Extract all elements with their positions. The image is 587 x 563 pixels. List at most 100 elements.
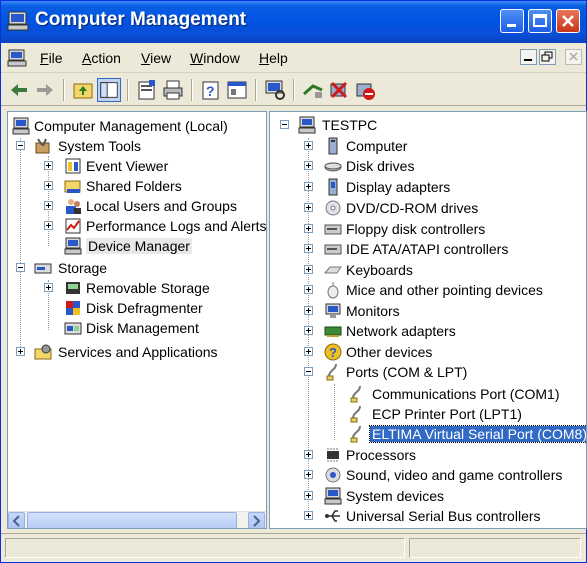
device-manager-icon <box>64 237 82 255</box>
computer-icon <box>328 137 338 155</box>
expand-toggle[interactable] <box>44 181 53 190</box>
sound-icon <box>325 467 341 483</box>
tools-icon <box>35 138 50 154</box>
minimize-icon <box>524 59 532 61</box>
defrag-icon <box>66 301 80 315</box>
svg-text:?: ? <box>206 83 215 99</box>
display-adapter-icon <box>328 178 338 196</box>
uninstall-icon[interactable] <box>327 78 351 102</box>
expand-toggle[interactable] <box>304 347 313 356</box>
unknown-device-icon: ? <box>324 343 342 361</box>
properties-icon[interactable] <box>135 78 159 102</box>
tree-line <box>334 384 335 440</box>
chevron-left-icon <box>12 515 20 527</box>
expand-toggle[interactable] <box>304 141 313 150</box>
scroll-thumb[interactable] <box>27 512 237 528</box>
expand-toggle[interactable] <box>304 470 313 479</box>
users-icon <box>66 199 81 214</box>
maximize-icon <box>533 14 547 27</box>
menu-window[interactable]: Window <box>190 50 240 66</box>
cdrom-icon <box>325 200 341 216</box>
menu-help[interactable]: Help <box>259 50 288 66</box>
device-tree-pane[interactable]: TESTPC Computer Disk drives Display adap… <box>269 111 587 529</box>
expand-toggle[interactable] <box>304 224 313 233</box>
computer-icon <box>298 116 316 134</box>
monitor-icon <box>325 303 341 318</box>
expand-toggle[interactable] <box>44 201 53 210</box>
show-hide-tree-icon[interactable] <box>97 78 121 102</box>
disk-management-icon <box>64 322 82 335</box>
event-viewer-icon <box>65 158 81 174</box>
menu-action[interactable]: Action <box>82 50 121 66</box>
close-button[interactable] <box>556 9 580 33</box>
console-tree-pane[interactable]: Computer Management (Local) System Tools… <box>7 111 267 529</box>
forward-icon[interactable] <box>33 78 57 102</box>
scroll-right-button[interactable] <box>248 512 265 528</box>
expand-toggle[interactable] <box>16 347 25 356</box>
services-icon <box>34 344 52 360</box>
port-icon <box>326 363 337 381</box>
toolbar-separator <box>293 79 295 101</box>
child-minimize-button[interactable] <box>520 49 537 65</box>
disk-drive-icon <box>324 162 342 172</box>
expand-toggle[interactable] <box>304 244 313 253</box>
minimize-icon <box>507 24 516 27</box>
disable-device-icon[interactable] <box>353 78 377 102</box>
expand-toggle[interactable] <box>304 182 313 191</box>
system-device-icon <box>324 487 342 505</box>
expand-toggle[interactable] <box>304 450 313 459</box>
port-icon <box>350 405 361 423</box>
print-icon[interactable] <box>161 78 185 102</box>
scroll-left-button[interactable] <box>8 512 25 528</box>
expand-toggle[interactable] <box>304 161 313 170</box>
help-icon[interactable]: ? <box>199 78 223 102</box>
horizontal-scrollbar[interactable] <box>8 511 266 528</box>
title-bar[interactable]: Computer Management <box>1 1 586 43</box>
expand-toggle[interactable] <box>304 285 313 294</box>
chevron-right-icon <box>253 515 261 527</box>
removable-storage-icon <box>66 282 80 294</box>
child-close-button[interactable] <box>565 49 582 65</box>
expand-toggle[interactable] <box>304 306 313 315</box>
collapse-toggle[interactable] <box>304 367 313 376</box>
collapse-toggle[interactable] <box>280 120 289 129</box>
minimize-button[interactable] <box>500 9 524 33</box>
status-panel <box>5 538 405 558</box>
menu-view[interactable]: View <box>141 50 171 66</box>
expand-toggle[interactable] <box>304 511 313 520</box>
collapse-toggle[interactable] <box>16 141 25 150</box>
computer-management-icon <box>7 11 29 31</box>
back-icon[interactable] <box>7 78 31 102</box>
maximize-button[interactable] <box>528 9 552 33</box>
expand-toggle[interactable] <box>304 265 313 274</box>
expand-toggle[interactable] <box>44 283 53 292</box>
status-panel <box>409 538 581 558</box>
toolbar-separator <box>127 79 129 101</box>
shared-folder-icon <box>64 180 81 193</box>
restore-icon <box>541 51 553 62</box>
collapse-toggle[interactable] <box>16 263 25 272</box>
expand-toggle[interactable] <box>304 491 313 500</box>
svg-text:?: ? <box>329 345 337 360</box>
child-restore-button[interactable] <box>539 49 556 65</box>
system-menu-icon[interactable] <box>7 49 27 67</box>
menu-file[interactable]: File <box>40 50 63 66</box>
toolbar-separator <box>191 79 193 101</box>
expand-toggle[interactable] <box>304 203 313 212</box>
expand-toggle[interactable] <box>44 221 53 230</box>
tree-line <box>20 138 21 353</box>
performance-icon <box>65 218 81 234</box>
console-tree-icon[interactable] <box>225 78 249 102</box>
expand-toggle[interactable] <box>304 326 313 335</box>
up-one-level-icon[interactable] <box>71 78 95 102</box>
close-icon <box>569 52 578 61</box>
processor-icon <box>327 448 339 462</box>
update-driver-icon[interactable] <box>301 78 325 102</box>
expand-toggle[interactable] <box>44 161 53 170</box>
toolbar-separator <box>255 79 257 101</box>
window-title: Computer Management <box>35 9 247 30</box>
close-icon <box>562 15 574 27</box>
port-icon <box>350 385 361 403</box>
usb-icon <box>325 510 340 522</box>
scan-hardware-icon[interactable] <box>263 78 287 102</box>
